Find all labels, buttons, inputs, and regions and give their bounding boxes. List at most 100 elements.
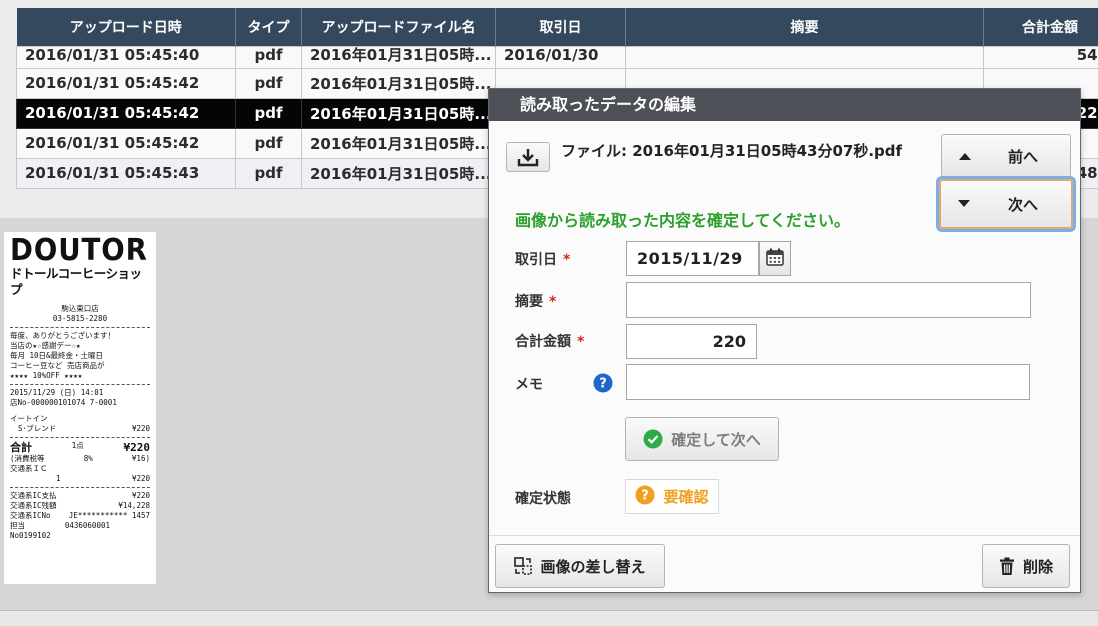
receipt-logo: DOUTOR	[10, 233, 148, 268]
cell-type: pdf	[235, 127, 302, 159]
receipt-total-row: 合計 1点 ¥220	[10, 441, 150, 454]
cell-uploaded-at: 2016/01/31 05:45:42	[16, 67, 236, 99]
edit-data-dialog: 読み取ったデータの編集 ファイル: 2016年01月31日05時43分07秒.p…	[488, 88, 1081, 593]
receipt-pay-label: 交通系IC残額	[10, 501, 57, 510]
receipt-store-no: 店No-000000101074 7-0001	[10, 398, 117, 407]
cell-type: pdf	[235, 97, 302, 129]
cell-summary	[625, 45, 984, 69]
cell-date: 2016/01/30	[495, 45, 626, 69]
receipt-pay-row: 交通系IC残額 ¥14,228	[10, 501, 150, 511]
cell-type: pdf	[235, 45, 302, 69]
required-mark: *	[577, 334, 585, 350]
receipt-item-name: S･ブレンド	[18, 424, 57, 433]
receipt-pay-row: 交通系ICNo JE*********** 1457	[10, 511, 150, 521]
receipt-total-value: ¥220	[123, 441, 150, 454]
cell-uploaded-at: 2016/01/31 05:45:40	[16, 45, 236, 69]
cell-uploaded-at: 2016/01/31 05:45:42	[16, 97, 236, 129]
receipt-tax-row: (消費税等 8% ¥16)	[10, 454, 150, 464]
summary-label: 摘要 *	[515, 291, 556, 311]
receipt-item-price: ¥220	[131, 424, 150, 433]
receipt-divider	[10, 384, 150, 385]
column-header-date[interactable]: 取引日	[495, 8, 626, 46]
status-label: 確定状態	[515, 491, 571, 507]
receipt-message: 毎度、ありがとうございます！	[10, 331, 115, 340]
receipt-staff-row: 担当 0436060001	[10, 521, 150, 531]
receipt-logo-sub: ドトールコーヒーショップ	[10, 266, 142, 297]
memo-field[interactable]	[626, 364, 1030, 400]
replace-image-icon	[514, 557, 533, 575]
trash-icon	[999, 557, 1015, 576]
column-header-uploaded-at[interactable]: アップロード日時	[16, 8, 236, 46]
column-header-filename[interactable]: アップロードファイル名	[301, 8, 496, 46]
table-header-row: アップロード日時 タイプ アップロードファイル名 取引日 摘要 合計金額	[16, 8, 1098, 46]
receipt-staff-value: 0436060001	[64, 521, 110, 530]
cell-type: pdf	[235, 157, 302, 189]
receipt-divider	[10, 437, 150, 438]
confirm-and-next-button[interactable]: 確定して次へ	[625, 417, 779, 461]
file-name-label: ファイル: 2016年01月31日05時43分07秒.pdf	[561, 142, 903, 160]
receipt-total-label: 合計	[10, 441, 32, 454]
summary-label-text: 摘要	[515, 294, 543, 310]
date-field[interactable]: 2015/11/29	[626, 241, 759, 276]
amount-label-text: 合計金額	[515, 334, 571, 350]
cell-uploaded-at: 2016/01/31 05:45:43	[16, 157, 236, 189]
column-header-type[interactable]: タイプ	[235, 8, 302, 46]
svg-text:?: ?	[642, 488, 650, 503]
receipt-pay-value: ¥220	[131, 491, 150, 500]
replace-image-button[interactable]: 画像の差し替え	[495, 544, 665, 588]
table-row[interactable]: 2016/01/31 05:45:40 pdf 2016年01月31日05時..…	[16, 45, 1098, 69]
receipt-ic-label: 交通系ＩＣ	[10, 464, 48, 473]
receipt-pay-value: ¥14,228	[118, 501, 150, 510]
cell-filename: 2016年01月31日05時...	[301, 67, 496, 99]
confirm-button-label: 確定して次へ	[671, 430, 761, 449]
receipt-message: ★★★★ 10%OFF ★★★★	[10, 371, 83, 380]
previous-button[interactable]: 前へ	[941, 134, 1071, 178]
receipt-tax-value: ¥16)	[131, 454, 150, 463]
amount-field[interactable]: 220	[626, 324, 757, 359]
receipt-staff-label: 担当	[10, 521, 25, 530]
help-icon[interactable]: ?	[593, 373, 613, 397]
download-icon	[516, 147, 540, 167]
receipt-pay-label: 交通系ICNo	[10, 511, 51, 520]
warning-question-icon: ?	[635, 485, 655, 509]
receipt-ic-value: ¥220	[131, 474, 150, 483]
receipt-item-type: イートイン	[10, 414, 48, 423]
date-label: 取引日 *	[515, 249, 570, 269]
cell-uploaded-at: 2016/01/31 05:45:42	[16, 127, 236, 159]
column-header-summary[interactable]: 摘要	[625, 8, 984, 46]
receipt-divider	[10, 487, 150, 488]
cell-filename: 2016年01月31日05時...	[301, 45, 496, 69]
calendar-button[interactable]	[759, 241, 791, 276]
receipt-divider	[10, 327, 150, 328]
status-badge: ? 要確認	[625, 479, 719, 514]
date-label-text: 取引日	[515, 252, 557, 268]
calendar-icon	[765, 247, 785, 271]
receipt-number: No0199102	[10, 531, 51, 540]
receipt-phone: 03-5815-2280	[52, 314, 108, 323]
delete-button[interactable]: 削除	[982, 544, 1070, 588]
next-button[interactable]: 次へ	[939, 179, 1073, 229]
receipt-tax-rate: 8%	[83, 454, 93, 463]
next-button-label: 次へ	[1007, 195, 1038, 214]
receipt-message: 毎月 10日&最終金・土曜日	[10, 351, 104, 360]
receipt-ic-qty: 1	[56, 474, 61, 483]
column-header-amount[interactable]: 合計金額	[983, 8, 1098, 46]
instruction-text: 画像から読み取った内容を確定してください。	[515, 211, 851, 230]
download-button[interactable]	[506, 142, 550, 172]
replace-image-label: 画像の差し替え	[540, 557, 646, 576]
receipt-total-qty: 1点	[71, 441, 84, 450]
bottom-strip	[0, 610, 1098, 626]
dialog-footer-divider	[489, 535, 1080, 536]
receipt-message: 当店の★☆感謝デー☆★	[10, 341, 81, 350]
required-mark: *	[549, 294, 557, 310]
summary-field[interactable]	[626, 282, 1031, 318]
memo-label: メモ	[515, 377, 543, 393]
receipt-item-row: S･ブレンド ¥220	[10, 424, 150, 434]
amount-label: 合計金額 *	[515, 331, 584, 351]
cell-filename: 2016年01月31日05時...	[301, 127, 496, 159]
receipt-tax-label: (消費税等	[10, 454, 45, 463]
dialog-title[interactable]: 読み取ったデータの編集	[489, 89, 1080, 121]
delete-button-label: 削除	[1022, 557, 1053, 576]
receipt-image: DOUTOR ドトールコーヒーショップ 駒込東口店 03-5815-2280 毎…	[4, 232, 156, 584]
receipt-ic-row: 1 ¥220	[10, 474, 150, 484]
